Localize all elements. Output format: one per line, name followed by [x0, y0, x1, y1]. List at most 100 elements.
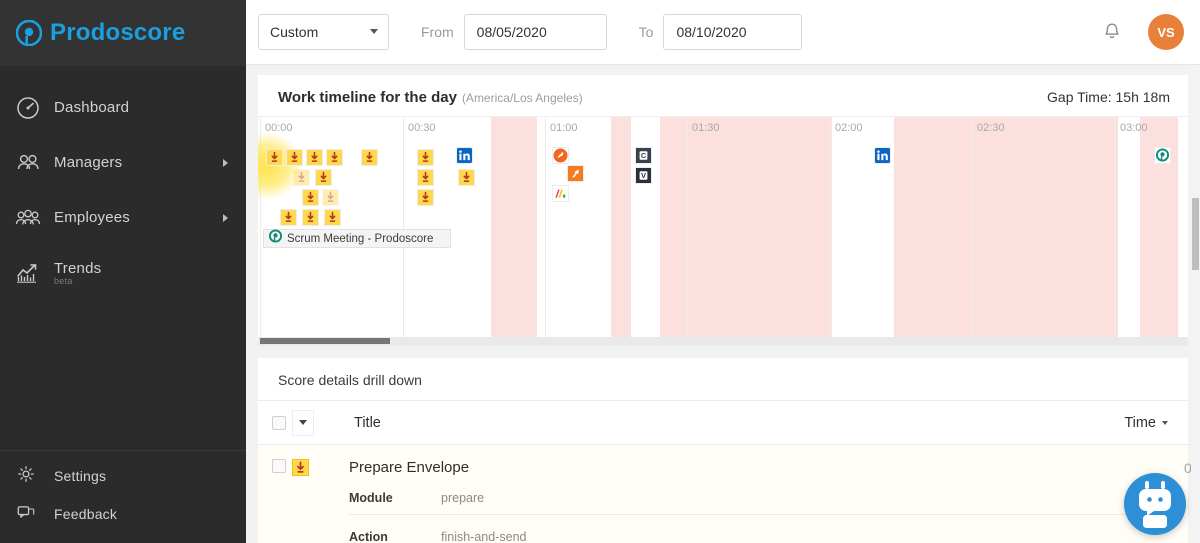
download-badge-icon[interactable]	[458, 169, 475, 186]
page-scroll-thumb[interactable]	[1192, 198, 1199, 270]
timeline-tick	[830, 117, 831, 346]
timeline-tick	[260, 117, 261, 346]
download-badge-icon[interactable]	[417, 169, 434, 186]
linkedin-icon[interactable]	[456, 147, 473, 164]
download-badge-icon[interactable]	[315, 169, 332, 186]
feedback-chat-icon	[14, 500, 42, 528]
timeline-horizontal-scrollbar[interactable]	[258, 337, 1188, 346]
sidebar-item-trends[interactable]: Trends beta	[0, 245, 246, 300]
sidebar-item-label: Trends beta	[54, 260, 228, 286]
sidebar-item-label: Settings	[54, 468, 107, 484]
timeline-tick-label: 00:00	[265, 122, 293, 134]
timeline-gap-band	[611, 117, 631, 346]
from-date-input[interactable]	[463, 14, 607, 50]
chatbot-robot-icon	[1128, 475, 1182, 534]
sidebar-item-feedback[interactable]: Feedback	[0, 495, 246, 533]
sidebar-item-label: Dashboard	[54, 99, 130, 116]
timeline-meeting-event[interactable]: Scrum Meeting - Prodoscore	[263, 228, 451, 249]
sidebar-item-label: Feedback	[54, 506, 118, 522]
prodoscore-pin-icon	[268, 228, 283, 249]
field-value: prepare	[441, 491, 485, 505]
chevron-right-icon[interactable]	[223, 158, 228, 167]
avatar[interactable]: VS	[1148, 14, 1184, 50]
download-badge-icon[interactable]	[326, 149, 343, 166]
page-vertical-scrollbar[interactable]	[1191, 65, 1200, 543]
row-field: Module prepare	[349, 476, 1184, 515]
timeline-track[interactable]: 00:00 00:30 01:00 01:30 02:00 02:30 03:00 C V Scr…	[258, 117, 1188, 346]
sidebar-item-dashboard[interactable]: Dashboard	[0, 80, 246, 135]
download-badge-icon[interactable]	[417, 189, 434, 206]
sort-descending-icon	[1162, 420, 1168, 425]
download-badge-icon[interactable]	[293, 169, 310, 186]
download-badge-icon[interactable]	[322, 189, 339, 206]
sidebar: Prodoscore Dashboard Managers Employees …	[0, 0, 246, 543]
managers-people-icon	[14, 149, 42, 177]
field-key: Module	[349, 491, 393, 505]
analytics-bars-icon[interactable]	[552, 185, 569, 202]
date-range-select-wrapper: CustomTodayYesterdayThis WeekLast WeekTh…	[258, 14, 389, 50]
speedometer-icon	[14, 94, 42, 122]
timeline-tick-label: 01:00	[550, 122, 578, 134]
sidebar-item-managers[interactable]: Managers	[0, 135, 246, 190]
chevron-right-icon[interactable]	[223, 213, 228, 222]
linkedin-icon[interactable]	[874, 147, 891, 164]
column-header-time[interactable]: Time	[1124, 415, 1168, 431]
timeline-highlight-glow	[258, 133, 302, 199]
chatbot-launcher-button[interactable]	[1124, 473, 1186, 535]
download-badge-icon	[292, 459, 309, 476]
dark-v-icon[interactable]: V	[635, 167, 652, 184]
download-badge-icon[interactable]	[417, 149, 434, 166]
prodoscore-pin-icon[interactable]	[1154, 147, 1171, 164]
sidebar-item-settings[interactable]: Settings	[0, 457, 246, 495]
score-details-drilldown: Score details drill down Title Time Prep…	[258, 358, 1200, 543]
column-header-title[interactable]: Title	[354, 415, 381, 431]
field-value: finish-and-send	[441, 530, 527, 543]
svg-text:C: C	[641, 151, 647, 160]
sidebar-item-label: Employees	[54, 209, 131, 226]
dark-c-icon[interactable]: C	[635, 147, 652, 164]
row-checkbox[interactable]	[272, 459, 286, 473]
brand-header[interactable]: Prodoscore	[0, 0, 246, 66]
from-label: From	[421, 24, 454, 40]
gap-time-label: Gap Time: 15h 18m	[1047, 89, 1170, 105]
download-badge-icon[interactable]	[302, 189, 319, 206]
download-badge-icon[interactable]	[280, 209, 297, 226]
brand-name: Prodoscore	[50, 19, 186, 46]
timeline-title: Work timeline for the day	[278, 89, 457, 106]
row-content: Prepare Envelope Module prepare Action f…	[349, 459, 1184, 543]
timeline-tick-label: 02:30	[977, 122, 1005, 134]
notification-bell-icon[interactable]	[1101, 21, 1123, 43]
field-key: Action	[349, 530, 388, 543]
download-badge-icon[interactable]	[361, 149, 378, 166]
timeline-tick	[687, 117, 688, 346]
top-bar: CustomTodayYesterdayThis WeekLast WeekTh…	[246, 0, 1200, 65]
download-badge-icon[interactable]	[324, 209, 341, 226]
column-header-time-label: Time	[1124, 414, 1156, 431]
sidebar-item-employees[interactable]: Employees	[0, 190, 246, 245]
work-timeline-card: Work timeline for the day (America/Los A…	[258, 75, 1188, 346]
download-badge-icon[interactable]	[286, 149, 303, 166]
timeline-tick-label: 03:00	[1120, 122, 1148, 134]
download-badge-icon[interactable]	[302, 209, 319, 226]
timeline-tick-label: 00:30	[408, 122, 436, 134]
timeline-scroll-thumb[interactable]	[260, 338, 390, 344]
timeline-tick-label: 01:30	[692, 122, 720, 134]
chevron-down-icon	[299, 420, 307, 425]
timeline-timezone: (America/Los Angeles)	[461, 91, 583, 105]
sidebar-trends-text: Trends	[54, 259, 102, 277]
select-all-checkbox[interactable]	[272, 415, 286, 430]
firefox-circle-icon[interactable]	[552, 147, 569, 164]
date-range-select[interactable]: CustomTodayYesterdayThis WeekLast WeekTh…	[258, 14, 389, 50]
timeline-body: 00:00 00:30 01:00 01:30 02:00 02:30 03:00 C V Scr…	[258, 116, 1188, 346]
row-field: Action finish-and-send	[349, 515, 1184, 543]
sidebar-item-label: Managers	[54, 154, 123, 171]
download-badge-icon[interactable]	[266, 149, 283, 166]
to-date-input[interactable]	[663, 14, 803, 50]
main-area: CustomTodayYesterdayThis WeekLast WeekTh…	[246, 0, 1200, 543]
bulk-actions-dropdown-button[interactable]	[292, 409, 314, 436]
timeline-gap-band	[660, 117, 832, 346]
table-row[interactable]: Prepare Envelope Module prepare Action f…	[258, 445, 1200, 543]
download-badge-icon[interactable]	[306, 149, 323, 166]
orange-bird-icon[interactable]	[567, 165, 584, 182]
row-title: Prepare Envelope	[349, 459, 470, 476]
